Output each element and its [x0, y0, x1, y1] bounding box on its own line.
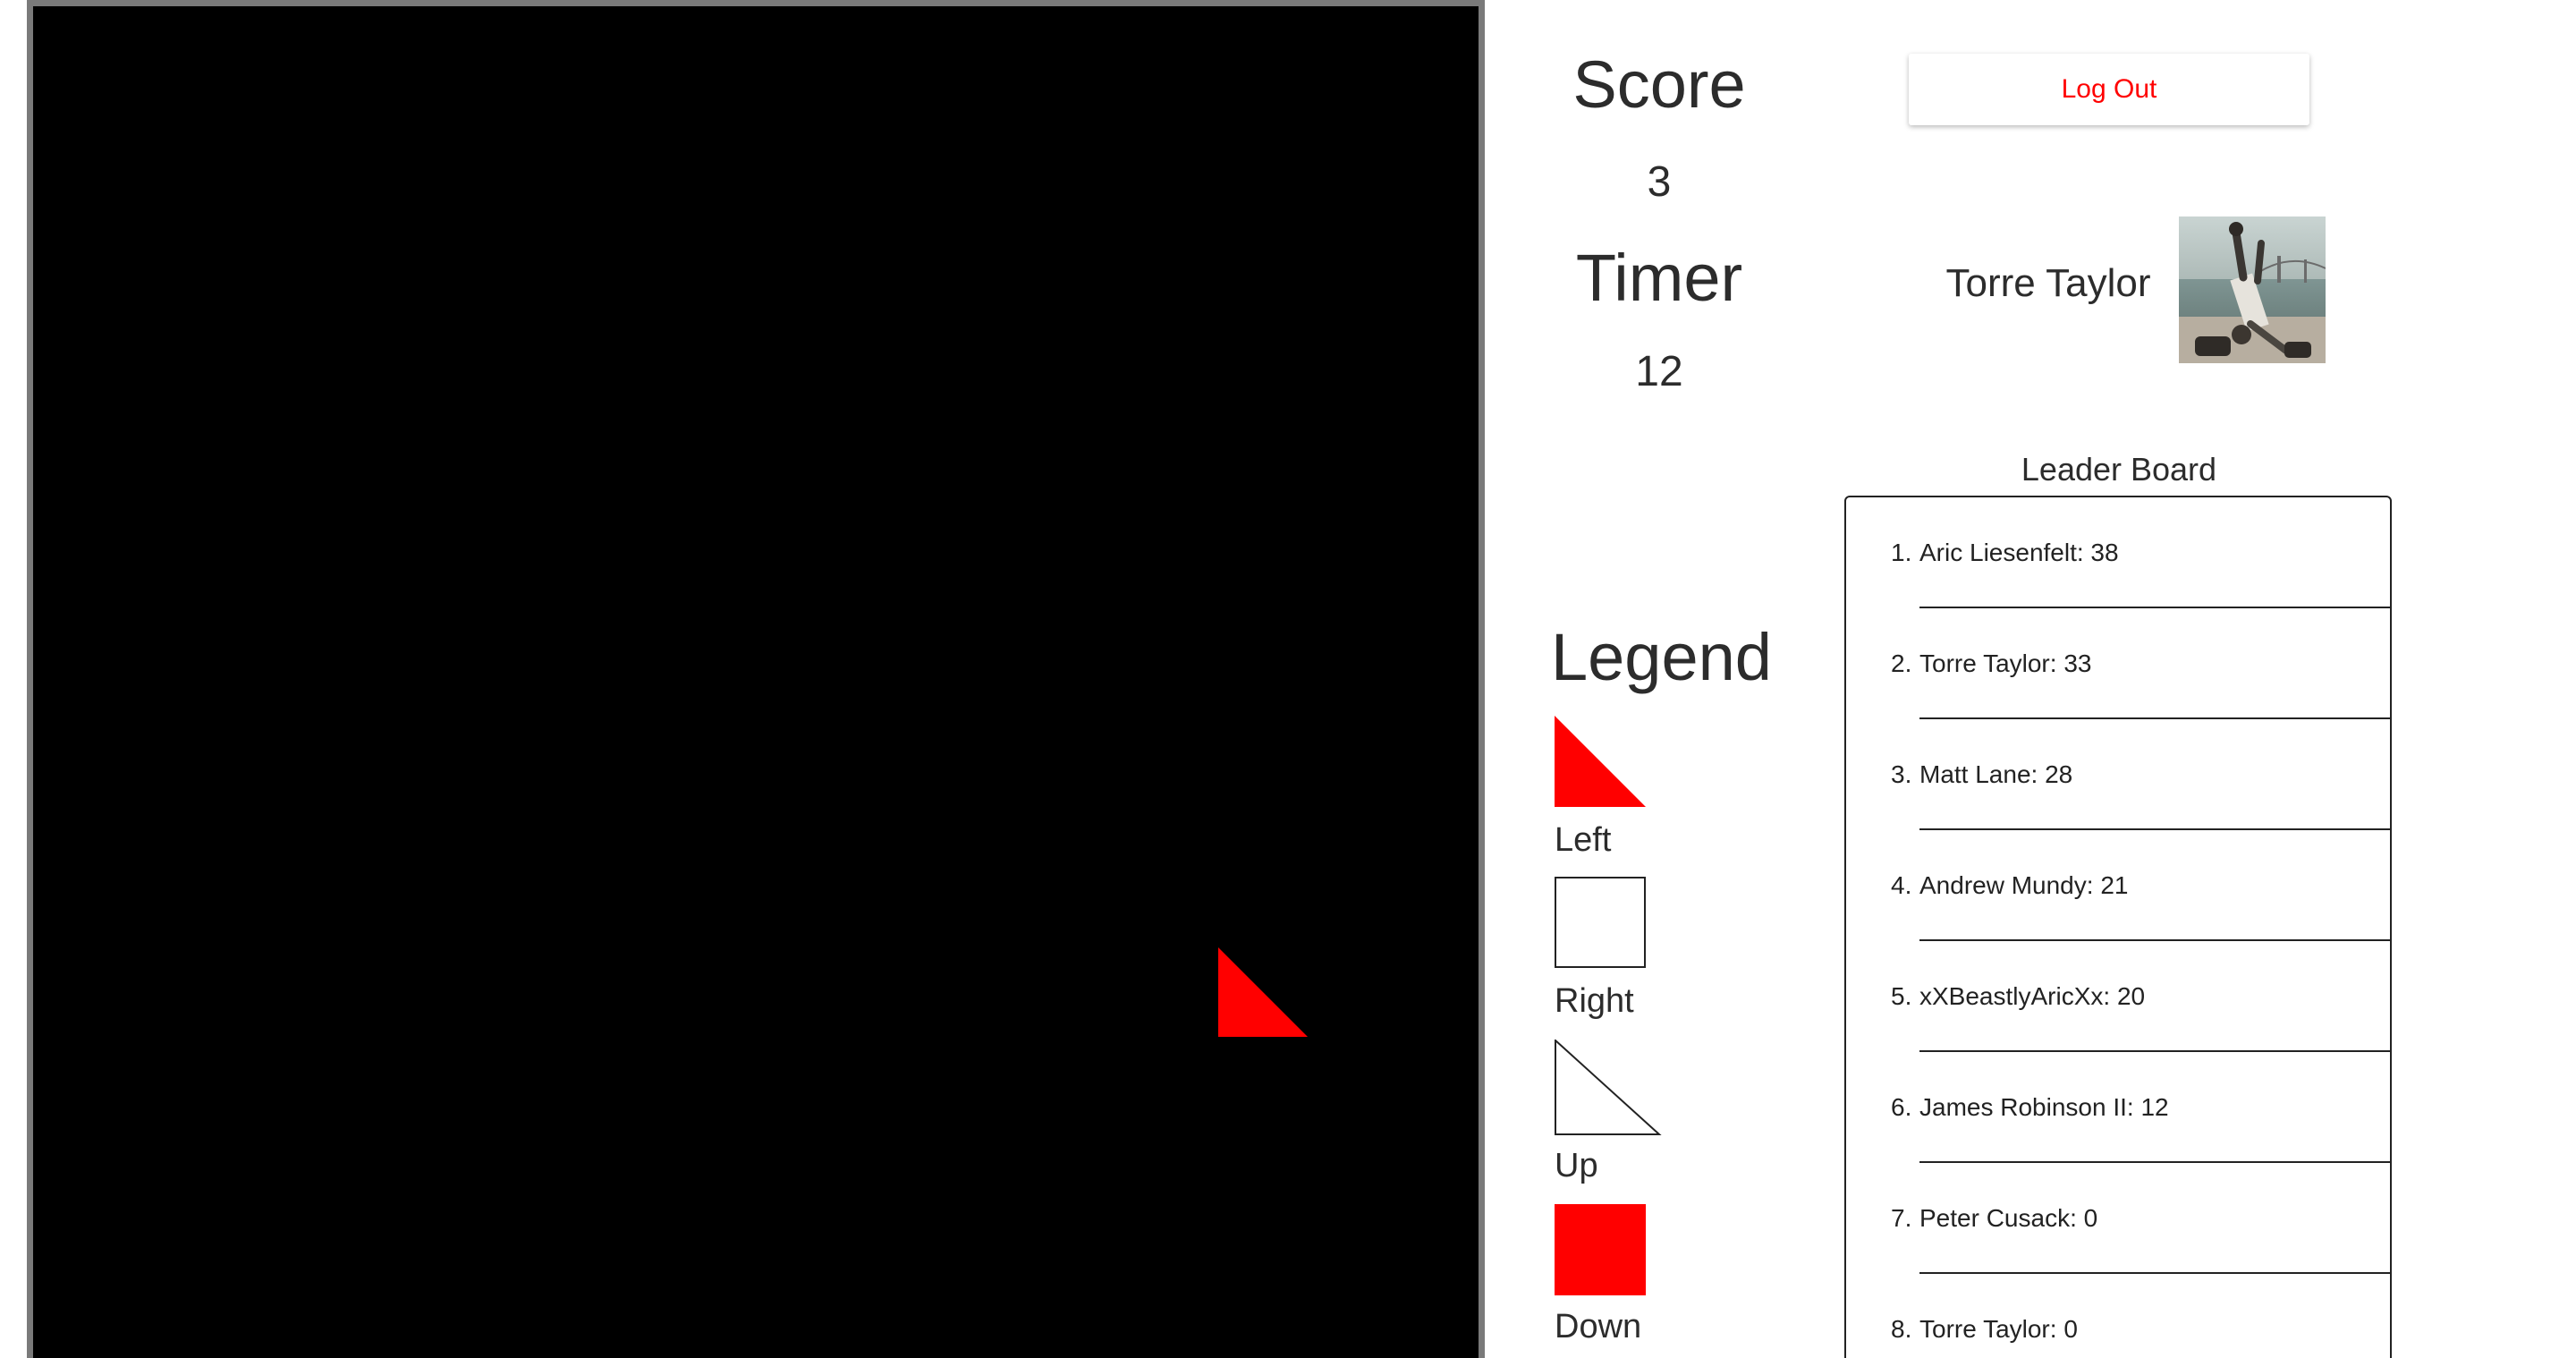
legend-left-label: Left: [1555, 821, 1612, 859]
leaderboard-rank: 3.: [1891, 760, 1912, 788]
leaderboard-entry-text: xXBeastlyAricXx: 20: [1919, 982, 2146, 1010]
timer-value: 12: [1635, 348, 1683, 395]
logout-button[interactable]: Log Out: [1909, 54, 2309, 125]
leaderboard-entry-text: Matt Lane: 28: [1919, 760, 2073, 788]
score-label: Score: [1572, 47, 1746, 122]
player-piece: [1218, 947, 1308, 1037]
leaderboard-entry-text: Torre Taylor: 0: [1919, 1315, 2078, 1343]
leaderboard-entry: 7. Peter Cusack: 0: [1846, 1163, 2390, 1274]
leaderboard-rank: 7.: [1891, 1204, 1912, 1232]
leaderboard-rank: 1.: [1891, 539, 1912, 566]
legend-title: Legend: [1551, 620, 1772, 694]
leaderboard-title: Leader Board: [2021, 451, 2217, 488]
legend-down-icon: [1555, 1204, 1646, 1295]
legend-right-icon: [1555, 877, 1646, 968]
leaderboard-entry-text: James Robinson II: 12: [1919, 1093, 2169, 1121]
leaderboard-entry: 4. Andrew Mundy: 21: [1846, 830, 2390, 941]
leaderboard-entry: 8. Torre Taylor: 0: [1846, 1274, 2390, 1358]
leaderboard-list: 1. Aric Liesenfelt: 38 2. Torre Taylor: …: [1846, 497, 2390, 1358]
legend-up-icon: [1555, 1040, 1662, 1135]
legend-up-label: Up: [1555, 1147, 1598, 1184]
leaderboard-entry: 6. James Robinson II: 12: [1846, 1052, 2390, 1163]
game-page: Score 3 Timer 12 Log Out Torre Taylor Le…: [0, 0, 2576, 1358]
score-value: 3: [1647, 158, 1672, 206]
leaderboard: 1. Aric Liesenfelt: 38 2. Torre Taylor: …: [1844, 496, 2392, 1358]
avatar: [2179, 216, 2326, 363]
leaderboard-rank: 2.: [1891, 649, 1912, 677]
leaderboard-entry: 2. Torre Taylor: 33: [1846, 608, 2390, 719]
avatar-photo: [2179, 216, 2326, 363]
leaderboard-entry: 3. Matt Lane: 28: [1846, 719, 2390, 830]
leaderboard-entry-text: Peter Cusack: 0: [1919, 1204, 2098, 1232]
leaderboard-rank: 4.: [1891, 871, 1912, 899]
legend-down-label: Down: [1555, 1308, 1642, 1345]
leaderboard-rank: 8.: [1891, 1315, 1912, 1343]
leaderboard-rank: 5.: [1891, 982, 1912, 1010]
leaderboard-entry: 1. Aric Liesenfelt: 38: [1846, 497, 2390, 608]
leaderboard-entry-text: Aric Liesenfelt: 38: [1919, 539, 2119, 566]
timer-label: Timer: [1575, 241, 1743, 315]
leaderboard-rank: 6.: [1891, 1093, 1912, 1121]
leaderboard-entry-text: Torre Taylor: 33: [1919, 649, 2092, 677]
leaderboard-entry: 5. xXBeastlyAricXx: 20: [1846, 941, 2390, 1052]
leaderboard-entry-text: Andrew Mundy: 21: [1919, 871, 2129, 899]
legend-left-icon: [1555, 716, 1646, 807]
game-board[interactable]: [27, 0, 1485, 1358]
user-name: Torre Taylor: [1945, 261, 2151, 305]
legend-right-label: Right: [1555, 982, 1634, 1020]
